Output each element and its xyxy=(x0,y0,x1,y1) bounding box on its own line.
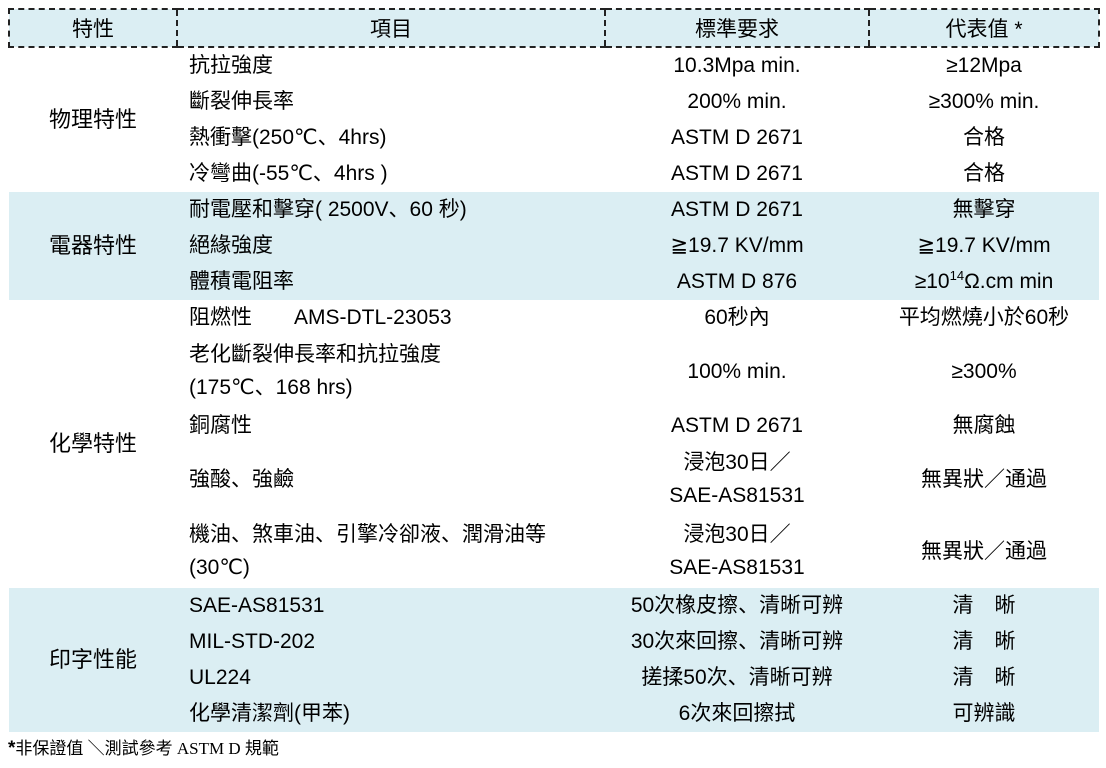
standard-cell: 200% min. xyxy=(687,89,787,113)
standard-cell: 10.3Mpa min. xyxy=(673,53,801,77)
item-cell: UL224 xyxy=(177,660,605,696)
standard-cell: ASTM D 2671 xyxy=(671,413,803,437)
table-header-row: 特性 項目 標準要求 代表值 * xyxy=(8,8,1100,48)
item-cell: 耐電壓和擊穿( 2500V、60 秒) xyxy=(177,192,605,228)
standard-line: SAE-AS81531 xyxy=(669,556,805,579)
value-cell: ≥12Mpa xyxy=(946,53,1022,77)
item-cell: 阻燃性 AMS-DTL-23053 xyxy=(189,305,452,329)
table-row: 物理特性 抗拉強度 10.3Mpa min. ≥12Mpa xyxy=(9,47,1099,132)
item-cell: 老化斷裂伸長率和抗拉強度 (175℃、168 hrs) xyxy=(177,336,605,408)
standard-cell: ASTM D 876 xyxy=(605,264,869,300)
header-property: 特性 xyxy=(8,8,177,48)
value-cell: ≥1014Ω.cm min xyxy=(869,264,1099,300)
value-cell: 無異狀／通過 xyxy=(921,467,1047,491)
header-item: 項目 xyxy=(176,8,605,48)
spec-sheet: 特性 項目 標準要求 代表值 * 物理特性 抗拉強度 10.3Mpa min. … xyxy=(0,0,1106,768)
footnote-text: 非保證值 ＼測試參考 ASTM D 規範 xyxy=(15,739,279,758)
standard-line: 浸泡30日／ xyxy=(683,523,791,547)
standard-cell: 100% min. xyxy=(687,359,787,383)
item-cell: MIL-STD-202 xyxy=(177,624,605,660)
item-cell: 化學清潔劑(甲苯) xyxy=(177,696,605,732)
standard-cell: 60秒內 xyxy=(704,305,770,329)
value-exponent: 14 xyxy=(949,267,965,283)
standard-cell: 50次橡皮擦、清晰可辨 xyxy=(605,588,869,624)
item-line: (30℃) xyxy=(189,556,250,579)
header-standard: 標準要求 xyxy=(604,8,869,48)
value-cell: ≥300% min. xyxy=(928,89,1040,113)
standard-cell: ASTM D 2671 xyxy=(671,125,803,149)
standard-cell: 30次來回擦、清晰可辨 xyxy=(605,624,869,660)
value-cell: 無腐蝕 xyxy=(952,413,1016,437)
item-cell: 強酸、強鹼 xyxy=(189,467,294,491)
item-line: (175℃、168 hrs) xyxy=(189,376,353,399)
value-cell: 合格 xyxy=(963,125,1005,149)
header-typical-value: 代表值 * xyxy=(868,8,1100,48)
item-cell: 抗拉強度 xyxy=(189,53,273,77)
item-cell: 絕緣強度 xyxy=(177,228,605,264)
specification-table: 特性 項目 標準要求 代表值 * 物理特性 抗拉強度 10.3Mpa min. … xyxy=(8,8,1100,732)
value-cell: 無擊穿 xyxy=(869,192,1099,228)
value-cell: 清 晰 xyxy=(869,660,1099,696)
item-cell: 體積電阻率 xyxy=(177,264,605,300)
standard-cell: ≧19.7 KV/mm xyxy=(605,228,869,264)
item-cell: 熱衝擊(250℃、4hrs) xyxy=(189,125,387,149)
item-line: 機油、煞車油、引擎冷卻液、潤滑油等 xyxy=(189,523,546,547)
value-cell: ≧19.7 KV/mm xyxy=(869,228,1099,264)
table-row: 化學特性 阻燃性 AMS-DTL-23053 60秒內 平均燃燒小於60秒 xyxy=(9,300,1099,456)
standard-cell: 浸泡30日／ SAE-AS81531 xyxy=(605,444,869,516)
value-cell: 合格 xyxy=(963,161,1005,185)
standard-cell: 搓揉50次、清晰可辨 xyxy=(605,660,869,696)
standard-cell: ASTM D 2671 xyxy=(671,161,803,185)
footnote: *非保證值 ＼測試參考 ASTM D 規範 xyxy=(8,734,279,760)
value-cell: 可辨識 xyxy=(869,696,1099,732)
item-cell: SAE-AS81531 xyxy=(177,588,605,624)
category-physical: 物理特性 xyxy=(48,106,137,132)
standard-line: SAE-AS81531 xyxy=(669,484,805,507)
item-line: 老化斷裂伸長率和抗拉強度 xyxy=(189,343,441,367)
table-row: 印字性能 SAE-AS81531 50次橡皮擦、清晰可辨 清 晰 xyxy=(9,588,1099,732)
standard-cell: 6次來回擦拭 xyxy=(605,696,869,732)
value-cell: ≥300% xyxy=(951,359,1017,383)
standard-cell: 浸泡30日／ SAE-AS81531 xyxy=(605,516,869,588)
item-cell: 銅腐性 xyxy=(189,413,252,437)
category-electrical: 電器特性 xyxy=(9,192,177,300)
standard-line: 浸泡30日／ xyxy=(683,451,791,475)
category-marking: 印字性能 xyxy=(9,588,177,732)
standard-cell: ASTM D 2671 xyxy=(605,192,869,228)
value-cell: 清 晰 xyxy=(869,588,1099,624)
item-cell: 斷裂伸長率 xyxy=(189,89,294,113)
value-unit: Ω.cm min xyxy=(964,269,1054,293)
table-row: 電器特性 耐電壓和擊穿( 2500V、60 秒) ASTM D 2671 無擊穿 xyxy=(9,192,1099,300)
value-prefix: ≥10 xyxy=(914,269,950,293)
item-cell: 冷彎曲(-55℃、4hrs ) xyxy=(189,161,388,185)
value-cell: 平均燃燒小於60秒 xyxy=(898,305,1070,329)
item-cell: 機油、煞車油、引擎冷卻液、潤滑油等 (30℃) xyxy=(177,516,605,588)
category-chemical: 化學特性 xyxy=(48,430,137,456)
value-cell: 清 晰 xyxy=(869,624,1099,660)
value-cell: 無異狀／通過 xyxy=(921,539,1047,563)
